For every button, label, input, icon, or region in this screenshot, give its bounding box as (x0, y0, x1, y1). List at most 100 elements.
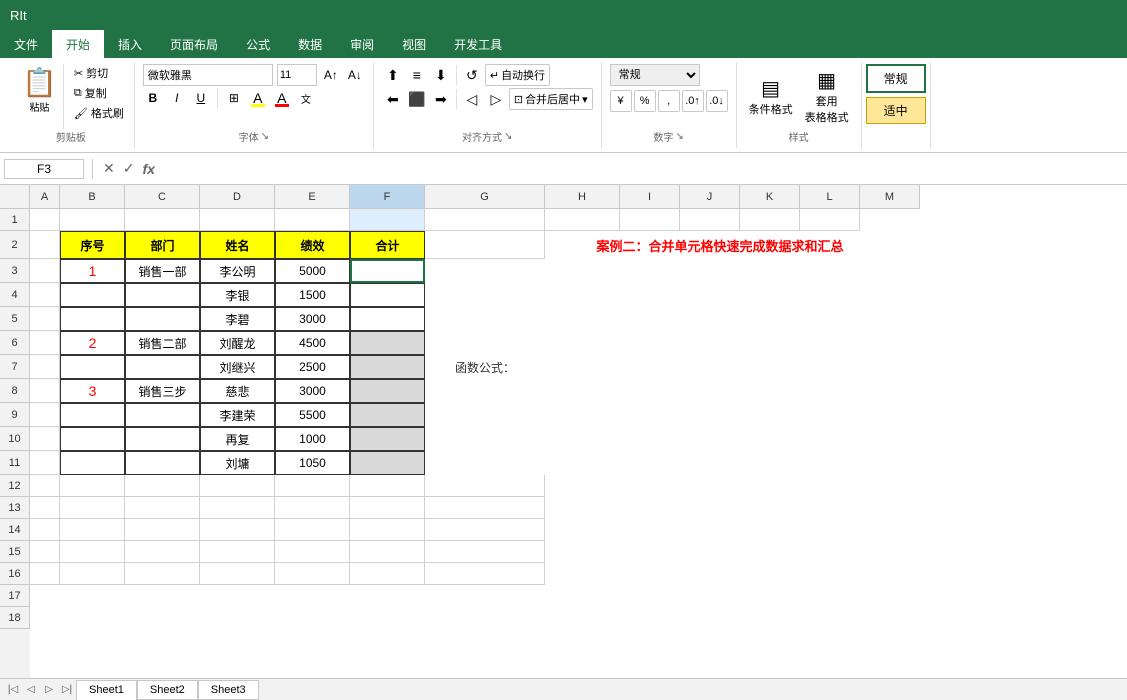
sheet-nav-first[interactable]: |◁ (4, 681, 22, 699)
cell-F9[interactable] (350, 403, 425, 427)
sheet-tab-1[interactable]: Sheet1 (76, 680, 137, 700)
align-top-button[interactable]: ⬆ (382, 64, 404, 86)
col-header-E[interactable]: E (275, 185, 350, 209)
cell-A13[interactable] (30, 497, 60, 519)
cell-D14[interactable] (200, 519, 275, 541)
cell-C12[interactable] (125, 475, 200, 497)
cell-G12[interactable] (425, 475, 545, 497)
border-button[interactable]: ⊞ (224, 88, 244, 108)
row-header-11[interactable]: 11 (0, 451, 30, 475)
col-header-C[interactable]: C (125, 185, 200, 209)
row-header-14[interactable]: 14 (0, 519, 30, 541)
percent-button[interactable]: % (634, 90, 656, 112)
cell-E6[interactable]: 4500 (275, 331, 350, 355)
wenyun-button[interactable]: 文 (296, 88, 316, 108)
cell-B2[interactable]: 序号 (60, 231, 125, 259)
cell-F14[interactable] (350, 519, 425, 541)
formula-cancel-icon[interactable]: ✕ (101, 158, 117, 179)
indent-increase-button[interactable]: ▷ (485, 88, 507, 110)
align-bottom-button[interactable]: ⬇ (430, 64, 452, 86)
italic-button[interactable]: I (167, 88, 187, 108)
row-header-6[interactable]: 6 (0, 331, 30, 355)
cell-G8[interactable] (425, 379, 545, 403)
dec-decimal-button[interactable]: .0↓ (706, 90, 728, 112)
row-header-12[interactable]: 12 (0, 475, 30, 497)
cell-B8[interactable]: 3 (60, 379, 125, 403)
cell-G2[interactable] (425, 231, 545, 259)
cell-G6[interactable] (425, 331, 545, 355)
tab-file[interactable]: 文件 (0, 30, 52, 58)
cell-F15[interactable] (350, 541, 425, 563)
row-header-2[interactable]: 2 (0, 231, 30, 259)
cell-A7[interactable] (30, 355, 60, 379)
cell-F3[interactable] (350, 259, 425, 283)
col-header-A[interactable]: A (30, 185, 60, 209)
font-name-input[interactable] (143, 64, 273, 86)
cell-A3[interactable] (30, 259, 60, 283)
formula-confirm-icon[interactable]: ✓ (121, 158, 137, 179)
row-header-10[interactable]: 10 (0, 427, 30, 451)
cell-K1[interactable] (740, 209, 800, 231)
cell-E2[interactable]: 绩效 (275, 231, 350, 259)
tab-insert[interactable]: 插入 (104, 30, 156, 58)
cell-B14[interactable] (60, 519, 125, 541)
cell-F12[interactable] (350, 475, 425, 497)
sheet-nav-next[interactable]: ▷ (40, 681, 58, 699)
row-header-4[interactable]: 4 (0, 283, 30, 307)
tab-dev[interactable]: 开发工具 (440, 30, 516, 58)
paste-button[interactable]: 📋 粘贴 (16, 64, 64, 129)
cell-D3[interactable]: 李公明 (200, 259, 275, 283)
tab-formulas[interactable]: 公式 (232, 30, 284, 58)
wrap-text-button[interactable]: ↵ 自动换行 (485, 64, 550, 86)
cell-F13[interactable] (350, 497, 425, 519)
cut-button[interactable]: ✂ 剪切 (72, 64, 126, 82)
col-header-K[interactable]: K (740, 185, 800, 209)
cell-A14[interactable] (30, 519, 60, 541)
cell-A15[interactable] (30, 541, 60, 563)
cell-D10[interactable]: 再复 (200, 427, 275, 451)
align-center-button[interactable]: ⬛ (406, 88, 428, 110)
cell-E13[interactable] (275, 497, 350, 519)
cell-D4[interactable]: 李银 (200, 283, 275, 307)
cell-I1[interactable] (620, 209, 680, 231)
cell-A10[interactable] (30, 427, 60, 451)
cell-J1[interactable] (680, 209, 740, 231)
col-header-B[interactable]: B (60, 185, 125, 209)
cell-G14[interactable] (425, 519, 545, 541)
sheet-nav-prev[interactable]: ◁ (22, 681, 40, 699)
underline-button[interactable]: U (191, 88, 211, 108)
row-header-8[interactable]: 8 (0, 379, 30, 403)
cell-L1[interactable] (800, 209, 860, 231)
cell-A5[interactable] (30, 307, 60, 331)
cell-E12[interactable] (275, 475, 350, 497)
cell-G11[interactable] (425, 451, 545, 475)
cell-C11[interactable] (125, 451, 200, 475)
cell-F10[interactable] (350, 427, 425, 451)
cell-G9[interactable] (425, 403, 545, 427)
cell-D11[interactable]: 刘墉 (200, 451, 275, 475)
cell-D13[interactable] (200, 497, 275, 519)
col-header-M[interactable]: M (860, 185, 920, 209)
copy-button[interactable]: ⧉ 复制 (72, 84, 126, 102)
sheet-tab-3[interactable]: Sheet3 (198, 680, 259, 700)
merge-center-button[interactable]: ⊡ 合并后居中 ▾ (509, 88, 593, 110)
col-header-D[interactable]: D (200, 185, 275, 209)
col-header-F[interactable]: F (350, 185, 425, 209)
number-expand-icon[interactable]: ↘ (675, 131, 683, 142)
cell-B11[interactable] (60, 451, 125, 475)
cell-B7[interactable] (60, 355, 125, 379)
cell-E1[interactable] (275, 209, 350, 231)
formula-input[interactable] (161, 160, 1123, 178)
cell-C9[interactable] (125, 403, 200, 427)
cell-E4[interactable]: 1500 (275, 283, 350, 307)
cell-B3[interactable]: 1 (60, 259, 125, 283)
cell-E7[interactable]: 2500 (275, 355, 350, 379)
cell-D16[interactable] (200, 563, 275, 585)
cell-B12[interactable] (60, 475, 125, 497)
cell-D9[interactable]: 李建荣 (200, 403, 275, 427)
cell-E16[interactable] (275, 563, 350, 585)
style-medium[interactable]: 适中 (866, 97, 926, 124)
row-header-13[interactable]: 13 (0, 497, 30, 519)
cell-C8[interactable]: 销售三步 (125, 379, 200, 403)
cell-G4[interactable] (425, 283, 545, 307)
